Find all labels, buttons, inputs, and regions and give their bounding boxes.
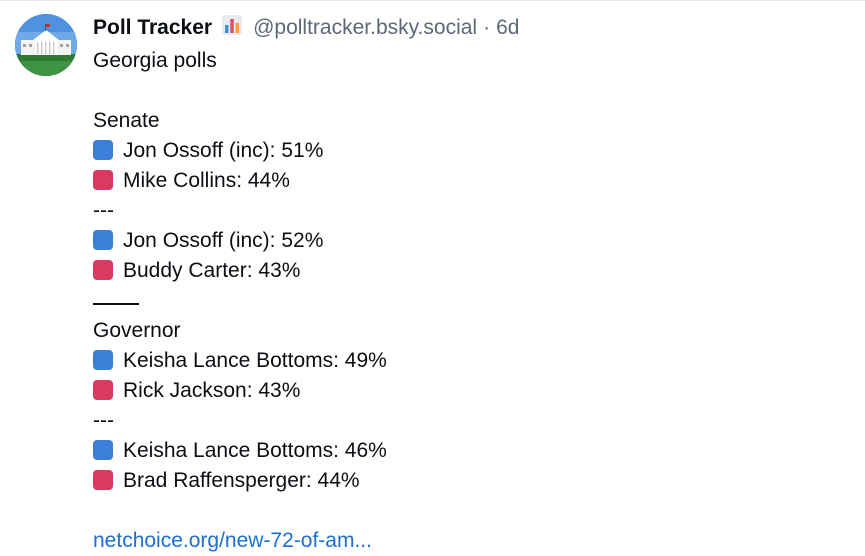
poll-line: Keisha Lance Bottoms: 46% [93, 436, 833, 466]
poll-line: Rick Jackson: 43% [93, 376, 833, 406]
top-divider [0, 0, 865, 1]
poll-line: Keisha Lance Bottoms: 49% [93, 346, 833, 376]
poll-line: Buddy Carter: 43% [93, 256, 833, 286]
post-header: Poll Tracker @polltracker.bsky.social · … [93, 14, 519, 42]
red-square-icon [93, 260, 113, 280]
post-text: Georgia polls Senate Jon Ossoff (inc): 5… [93, 46, 833, 556]
red-square-icon [93, 380, 113, 400]
post-intro: Georgia polls [93, 49, 217, 72]
bar-chart-emoji-icon [221, 14, 243, 42]
separator-dot: · [483, 16, 491, 39]
author-name[interactable]: Poll Tracker [93, 16, 212, 40]
blue-square-icon [93, 350, 113, 370]
external-link[interactable]: netchoice.org/new-72-of-am... [93, 529, 372, 552]
post-timestamp[interactable]: 6d [496, 16, 519, 40]
governor-heading: Governor [93, 319, 181, 342]
poll-line: Jon Ossoff (inc): 52% [93, 226, 833, 256]
blue-square-icon [93, 230, 113, 250]
poll-divider: --- [93, 409, 114, 432]
senate-heading: Senate [93, 109, 160, 132]
poll-line: Jon Ossoff (inc): 51% [93, 136, 833, 166]
avatar[interactable] [15, 14, 77, 76]
red-square-icon [93, 470, 113, 490]
section-rule [93, 286, 833, 316]
poll-divider: --- [93, 199, 114, 222]
blue-square-icon [93, 140, 113, 160]
author-handle[interactable]: @polltracker.bsky.social [253, 16, 477, 40]
poll-line: Brad Raffensperger: 44% [93, 466, 833, 496]
blue-square-icon [93, 440, 113, 460]
white-house-icon [15, 14, 77, 76]
red-square-icon [93, 170, 113, 190]
poll-line: Mike Collins: 44% [93, 166, 833, 196]
